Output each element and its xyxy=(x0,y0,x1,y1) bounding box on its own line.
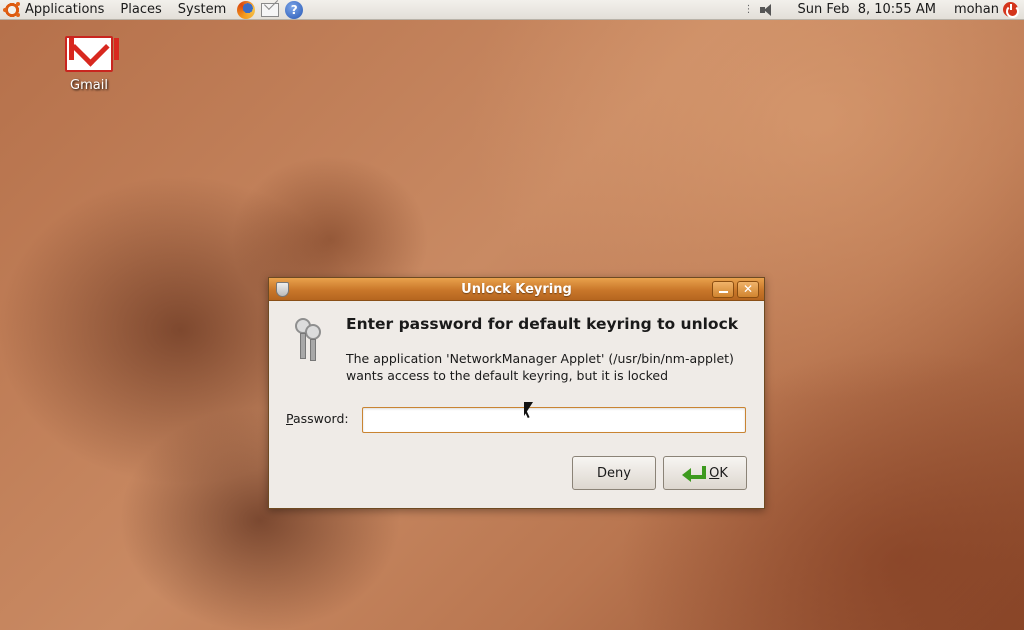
ok-label-text: K xyxy=(719,465,728,481)
clock[interactable]: Sun Feb 8, 10:55 AM xyxy=(798,2,936,17)
dialog-titlebar[interactable]: Unlock Keyring ✕ xyxy=(269,278,764,301)
mouse-cursor-icon xyxy=(524,402,533,416)
deny-button[interactable]: Deny xyxy=(572,456,656,490)
power-icon[interactable] xyxy=(1003,2,1019,18)
shield-icon[interactable] xyxy=(276,281,289,297)
user-menu[interactable]: mohan xyxy=(954,2,999,17)
minimize-button[interactable] xyxy=(712,281,734,298)
dialog-heading: Enter password for default keyring to un… xyxy=(346,315,739,333)
help-icon: ? xyxy=(285,0,304,19)
password-label-text: assword: xyxy=(292,411,349,426)
ok-label-mnemonic: O xyxy=(709,465,720,481)
ok-arrow-icon xyxy=(682,464,707,482)
firefox-launcher[interactable] xyxy=(236,0,256,19)
password-label: Password: xyxy=(286,411,349,426)
dialog-message: The application 'NetworkManager Applet' … xyxy=(346,350,746,384)
top-panel: Applications Places System ? ⋮ Sun Feb 8… xyxy=(0,0,1024,20)
mail-icon xyxy=(261,2,280,17)
menu-places[interactable]: Places xyxy=(112,0,169,20)
dialog-message-line-2: wants access to the default keyring, but… xyxy=(346,368,668,383)
help-launcher[interactable]: ? xyxy=(284,0,304,19)
mail-launcher[interactable] xyxy=(260,1,280,19)
ok-button[interactable]: OK xyxy=(663,456,747,490)
ubuntu-logo-icon[interactable] xyxy=(3,0,21,19)
panel-handle-icon[interactable]: ⋮ xyxy=(744,4,754,15)
dialog-title: Unlock Keyring xyxy=(461,281,572,297)
gmail-icon xyxy=(65,36,119,72)
dialog-message-line-1: The application 'NetworkManager Applet' … xyxy=(346,351,734,366)
menu-system[interactable]: System xyxy=(170,0,234,20)
volume-icon[interactable] xyxy=(759,3,776,17)
password-input[interactable] xyxy=(362,407,746,433)
password-label-mnemonic: P xyxy=(286,411,293,426)
close-button[interactable]: ✕ xyxy=(737,281,759,298)
menu-applications[interactable]: Applications xyxy=(25,0,112,20)
firefox-icon xyxy=(237,0,256,19)
unlock-keyring-dialog: Unlock Keyring ✕ Enter password for defa… xyxy=(268,277,765,509)
keys-icon xyxy=(291,316,329,362)
desktop-icon-gmail[interactable]: Gmail xyxy=(58,36,120,93)
desktop-icon-label: Gmail xyxy=(70,78,108,93)
